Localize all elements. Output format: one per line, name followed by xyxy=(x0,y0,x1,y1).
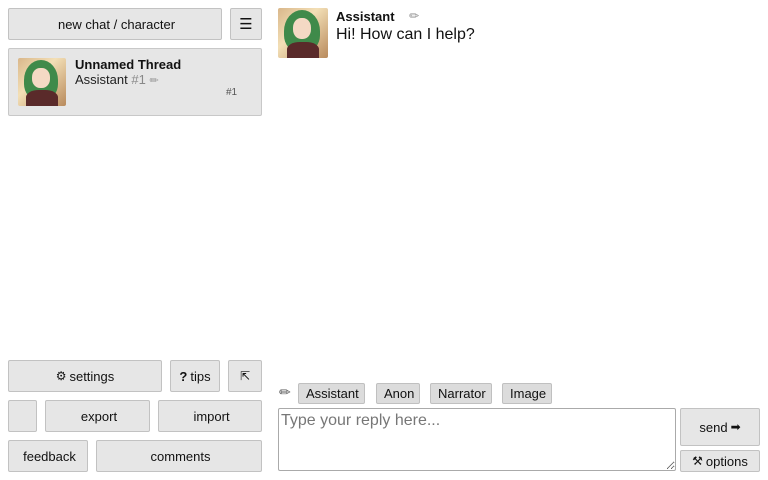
settings-label: settings xyxy=(69,368,115,384)
send-button[interactable]: send ➡ xyxy=(680,408,760,446)
import-button[interactable]: import xyxy=(158,400,262,432)
thread-title: Unnamed Thread xyxy=(75,57,182,72)
tips-label: tips xyxy=(190,368,211,384)
edit-message-icon[interactable]: ✏ xyxy=(409,9,419,23)
export-label: export xyxy=(80,408,118,424)
role-label: Image xyxy=(510,386,547,401)
thread-character-name: Assistant xyxy=(75,72,128,87)
collapse-button[interactable]: ⇱ xyxy=(228,360,262,392)
settings-button[interactable]: ⚙ settings xyxy=(8,360,162,392)
menu-button[interactable]: ☰ xyxy=(230,8,262,40)
question-icon: ? xyxy=(179,368,188,384)
new-chat-label: new chat / character xyxy=(57,16,176,32)
role-chip-image[interactable]: Image xyxy=(502,383,553,404)
pencil-icon[interactable]: ✏ xyxy=(279,385,291,401)
reply-input[interactable] xyxy=(278,408,676,471)
role-label: Assistant xyxy=(306,386,359,401)
thread-card[interactable]: Unnamed Thread Assistant #1 ✏ #1 xyxy=(8,48,262,116)
export-button[interactable]: export xyxy=(45,400,150,432)
import-label: import xyxy=(193,408,230,424)
hammer-pick-icon: ⚒ xyxy=(692,454,703,468)
comments-button[interactable]: comments xyxy=(96,440,262,472)
thread-count: #1 xyxy=(226,87,237,98)
thread-subtitle: Assistant #1 ✏ xyxy=(75,72,159,87)
message-author: Assistant xyxy=(336,9,395,24)
options-label: options xyxy=(705,453,748,469)
feedback-label: feedback xyxy=(23,448,76,464)
feedback-button[interactable]: feedback xyxy=(8,440,88,472)
role-chip-assistant[interactable]: Assistant xyxy=(298,383,365,404)
lock-button[interactable] xyxy=(8,400,37,432)
new-chat-button[interactable]: new chat / character xyxy=(8,8,222,40)
message-text: Hi! How can I help? xyxy=(336,26,475,43)
role-label: Narrator xyxy=(438,386,486,401)
role-chip-narrator[interactable]: Narrator xyxy=(430,383,492,404)
gear-icon: ⚙ xyxy=(55,369,67,383)
menu-icon: ☰ xyxy=(239,15,253,33)
options-button[interactable]: ⚒ options xyxy=(680,450,760,472)
send-label: send xyxy=(699,419,728,435)
role-label: Anon xyxy=(384,386,415,401)
role-chip-anon[interactable]: Anon xyxy=(376,383,421,404)
tips-button[interactable]: ? tips xyxy=(170,360,220,392)
message-avatar[interactable] xyxy=(278,8,328,58)
arrow-right-icon: ➡ xyxy=(730,420,741,434)
thread-count-label: #1 xyxy=(226,87,238,98)
thread-number: #1 xyxy=(131,72,146,87)
comments-label: comments xyxy=(150,448,211,464)
collapse-icon: ⇱ xyxy=(239,369,251,383)
thread-edit-icon[interactable]: ✏ xyxy=(149,75,158,87)
thread-avatar xyxy=(18,58,66,106)
